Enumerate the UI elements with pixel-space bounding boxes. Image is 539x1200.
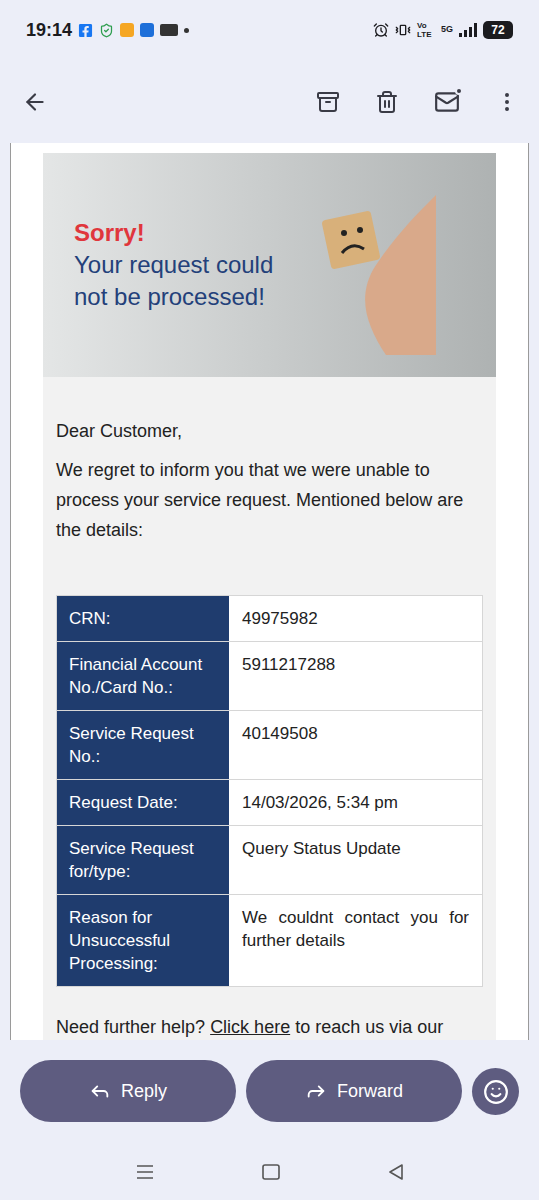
menu-icon[interactable] (136, 1164, 154, 1180)
alarm-icon (373, 22, 389, 38)
facebook-icon (78, 23, 93, 38)
row-value: 49975982 (229, 596, 482, 641)
app-icon (160, 24, 178, 36)
email-screen: 19:14 Vo LTE 5G 72 Sorry!Your request could … (0, 0, 539, 1200)
app-bar (0, 60, 539, 143)
status-bar: 19:14 Vo LTE 5G 72 (0, 0, 539, 60)
network-label: Vo LTE (417, 21, 435, 39)
email-body: Sorry!Your request could not be processe… (0, 143, 539, 1040)
table-row: Service Request for/type:Query Status Up… (57, 826, 482, 895)
back-icon[interactable] (22, 89, 48, 115)
table-row: Reason for Unsuccessful Processing:We co… (57, 895, 482, 986)
banner-subtitle: Your request could not be processed! (74, 249, 294, 313)
signal-label: 5G (441, 23, 453, 37)
details-table: CRN:49975982Financial Account No./Card N… (56, 595, 483, 987)
unread-dot (455, 87, 463, 95)
emoji-icon (483, 1079, 509, 1105)
help-text: Need further help? Click here to reach u… (43, 987, 496, 1040)
shield-icon (99, 23, 114, 38)
back-nav-icon[interactable] (388, 1164, 404, 1180)
navigation-bar (0, 1140, 539, 1200)
row-value: Query Status Update (229, 826, 482, 894)
archive-icon[interactable] (316, 90, 340, 114)
time: 19:14 (26, 17, 72, 44)
action-button[interactable]: Forward (246, 1060, 462, 1122)
row-label: Service Request No.: (57, 711, 229, 779)
action-button[interactable]: Reply (20, 1060, 236, 1122)
action-bar: ReplyForward (0, 1040, 539, 1140)
row-label: Service Request for/type: (57, 826, 229, 894)
intro-text: We regret to inform you that we were una… (43, 445, 496, 595)
dot-icon (184, 28, 189, 33)
delete-icon[interactable] (375, 90, 399, 114)
table-row: Service Request No.:40149508 (57, 711, 482, 780)
row-label: Request Date: (57, 780, 229, 825)
table-row: CRN:49975982 (57, 596, 482, 642)
signal-icon (459, 23, 477, 37)
greeting: Dear Customer, (43, 377, 496, 445)
row-value: We couldnt contact you for further detai… (229, 895, 482, 986)
row-value: 5911217288 (229, 642, 482, 710)
message-content: Dear Customer,We regret to inform you th… (43, 377, 496, 1040)
row-label: CRN: (57, 596, 229, 641)
app-icon (120, 23, 134, 37)
home-icon[interactable] (262, 1164, 280, 1180)
row-label: Financial Account No./Card No.: (57, 642, 229, 710)
sad-block-icon (316, 175, 436, 355)
table-row: Financial Account No./Card No.:591121728… (57, 642, 482, 711)
banner: Sorry!Your request could not be processe… (43, 153, 496, 377)
battery: 72 (483, 21, 513, 39)
emoji-button[interactable] (472, 1068, 519, 1115)
table-row: Request Date:14/03/2026, 5:34 pm (57, 780, 482, 826)
click-here-link[interactable]: Click here (210, 1017, 290, 1037)
forward-icon (305, 1080, 327, 1102)
more-icon[interactable] (495, 90, 519, 114)
reply-icon (89, 1080, 111, 1102)
app-icon (140, 23, 154, 37)
row-value: 14/03/2026, 5:34 pm (229, 780, 482, 825)
row-value: 40149508 (229, 711, 482, 779)
banner-title: Sorry! (74, 217, 294, 249)
row-label: Reason for Unsuccessful Processing: (57, 895, 229, 986)
vibrate-icon (395, 22, 411, 38)
